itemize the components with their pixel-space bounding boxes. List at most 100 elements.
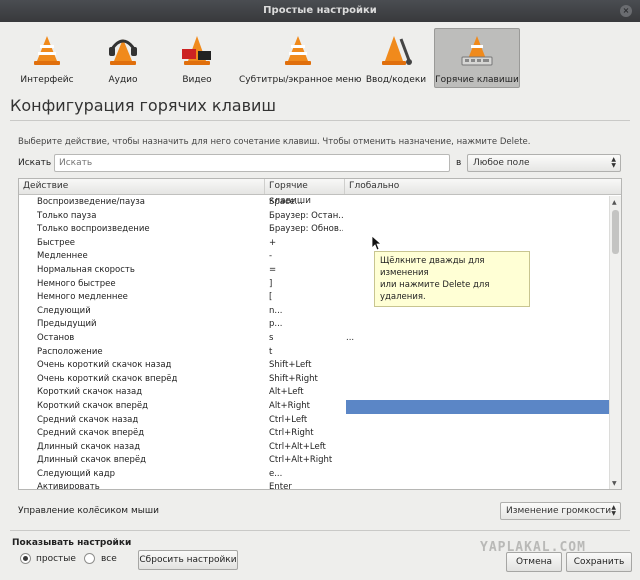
hotkey-cell[interactable]: Enter (269, 481, 343, 489)
hotkey-cell[interactable]: Alt+Right (269, 400, 343, 414)
category-interface[interactable]: Интерфейс (10, 28, 84, 88)
hotkey-cell[interactable]: Браузер: Обнов... (269, 223, 343, 237)
global-cell[interactable] (346, 359, 609, 373)
global-cell[interactable] (346, 318, 609, 332)
action-cell: Медленнее (37, 251, 88, 262)
table-row[interactable]: Быстрее + (19, 237, 609, 251)
table-row[interactable]: Очень короткий скачок назад Shift+Left (19, 359, 609, 373)
hotkey-cell[interactable]: + (269, 237, 343, 251)
close-icon[interactable]: × (620, 5, 632, 17)
table-row[interactable]: Останов s... (19, 332, 609, 346)
mouse-wheel-select[interactable]: Изменение громкости ▲ ▼ (500, 502, 621, 520)
hotkey-cell[interactable]: t (269, 346, 343, 360)
hotkey-cell[interactable]: Ctrl+Left (269, 414, 343, 428)
action-cell: Очень короткий скачок вперёд (37, 373, 178, 384)
table-row[interactable]: Расположение t (19, 346, 609, 360)
cancel-button[interactable]: Отмена (506, 552, 562, 572)
column-header-hotkeys[interactable]: Горячие клавиши (265, 179, 345, 206)
table-row[interactable]: Средний скачок вперёд Ctrl+Right (19, 427, 609, 441)
action-cell: Средний скачок назад (37, 414, 139, 425)
hotkey-cell[interactable]: e... (269, 468, 343, 482)
hotkey-cell[interactable]: n... (269, 305, 343, 319)
hotkey-cell[interactable]: Shift+Left (269, 359, 343, 373)
global-cell[interactable] (346, 468, 609, 482)
global-cell[interactable] (346, 223, 609, 237)
search-scope-label: в (456, 158, 462, 168)
search-field-select[interactable]: Любое поле ▲ ▼ (467, 154, 621, 172)
table-row[interactable]: Короткий скачок назад Alt+Left (19, 386, 609, 400)
global-cell[interactable] (346, 481, 609, 489)
radio-simple[interactable] (20, 553, 31, 564)
table-row[interactable]: Предыдущий p... (19, 318, 609, 332)
global-cell[interactable]: ... (346, 332, 609, 346)
global-cell[interactable] (346, 237, 609, 251)
search-input[interactable] (54, 154, 450, 172)
table-row[interactable]: Короткий скачок вперёд Alt+Right (19, 399, 609, 414)
table-row[interactable]: Средний скачок назад Ctrl+Left (19, 414, 609, 428)
hotkey-cell[interactable]: Space... (269, 196, 343, 210)
category-label: Аудио (108, 75, 138, 85)
hotkey-cell[interactable]: Ctrl+Right (269, 427, 343, 441)
radio-all-label[interactable]: все (101, 554, 117, 564)
hotkey-cell[interactable]: Alt+Left (269, 386, 343, 400)
window-titlebar: Простые настройки × (0, 0, 640, 22)
hotkey-cell[interactable]: s (269, 332, 343, 346)
global-cell[interactable] (346, 414, 609, 428)
category-video[interactable]: Видео (162, 28, 232, 88)
column-header-global[interactable]: Глобально (345, 179, 609, 194)
category-hotkeys[interactable]: Горячие клавиши (434, 28, 520, 88)
hotkey-cell[interactable]: Shift+Right (269, 373, 343, 387)
global-cell[interactable] (346, 386, 609, 400)
hotkey-cell[interactable]: Ctrl+Alt+Left (269, 441, 343, 455)
global-cell[interactable] (346, 196, 609, 210)
column-header-action[interactable]: Действие (19, 179, 265, 194)
hotkey-cell[interactable]: Ctrl+Alt+Right (269, 454, 343, 468)
save-button[interactable]: Сохранить (566, 552, 632, 572)
global-cell[interactable] (346, 399, 609, 414)
action-cell: Активировать (37, 482, 100, 490)
action-cell: Немного быстрее (37, 278, 116, 289)
scroll-up-icon[interactable]: ▲ (612, 199, 617, 206)
global-cell[interactable] (346, 441, 609, 455)
table-scrollbar[interactable]: ▲ ▼ (609, 196, 621, 489)
hotkey-cell[interactable]: Браузер: Остан... (269, 210, 343, 224)
category-audio[interactable]: Аудио (88, 28, 158, 88)
table-row[interactable]: Воспроизведение/пауза Space... (19, 196, 609, 210)
category-label: Ввод/кодеки (365, 75, 427, 85)
action-cell: Воспроизведение/пауза (37, 197, 145, 207)
table-row[interactable]: Длинный скачок вперёд Ctrl+Alt+Right (19, 454, 609, 468)
scroll-down-icon[interactable]: ▼ (612, 480, 617, 487)
action-cell: Длинный скачок назад (37, 441, 141, 452)
table-row[interactable]: Только пауза Браузер: Остан... (19, 210, 609, 224)
action-cell: Только пауза (37, 210, 97, 221)
global-cell[interactable] (346, 454, 609, 468)
table-row[interactable]: Только воспроизведение Браузер: Обнов... (19, 223, 609, 237)
global-cell[interactable] (346, 346, 609, 360)
hotkey-cell[interactable]: p... (269, 318, 343, 332)
scrollbar-thumb[interactable] (612, 210, 619, 254)
category-input-codecs[interactable]: Ввод/кодеки (362, 28, 430, 88)
hotkeys-table[interactable]: Действие Горячие клавиши Глобально Воспр… (18, 178, 622, 490)
radio-all[interactable] (84, 553, 95, 564)
hotkey-cell[interactable]: [ (269, 291, 343, 305)
table-row[interactable]: Активировать Enter (19, 481, 609, 490)
input-codecs-cone-icon (382, 36, 412, 65)
hotkey-cell[interactable]: ] (269, 278, 343, 292)
table-row[interactable]: Следующий кадр e... (19, 468, 609, 482)
global-cell[interactable] (346, 373, 609, 387)
reset-button[interactable]: Сбросить настройки (138, 550, 238, 570)
table-row[interactable]: Очень короткий скачок вперёд Shift+Right (19, 373, 609, 387)
hotkey-cell[interactable]: = (269, 264, 343, 278)
action-cell: Короткий скачок назад (37, 387, 143, 398)
radio-simple-label[interactable]: простые (36, 554, 76, 564)
table-body: Воспроизведение/пауза Space... Только пауз… (19, 196, 609, 490)
global-cell[interactable] (346, 427, 609, 441)
action-cell: Останов (37, 332, 75, 343)
hotkey-cell[interactable]: - (269, 250, 343, 264)
table-header: Действие Горячие клавиши Глобально (19, 179, 621, 206)
category-subtitles-osd[interactable]: Субтитры/экранное меню (238, 28, 361, 88)
global-cell[interactable] (346, 210, 609, 224)
action-cell: Короткий скачок вперёд (37, 400, 149, 411)
table-row[interactable]: Длинный скачок назад Ctrl+Alt+Left (19, 441, 609, 455)
headphones-cone-icon (109, 39, 137, 65)
